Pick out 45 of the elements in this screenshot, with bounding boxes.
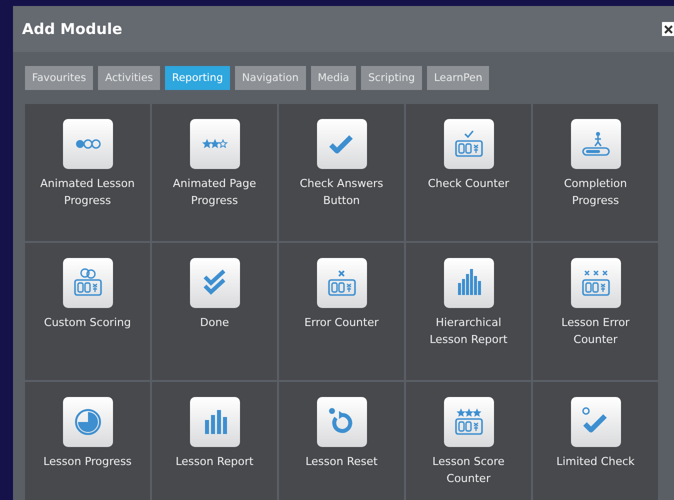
module-tile[interactable]: Animated Lesson Progress — [25, 104, 150, 241]
limited-check-icon — [570, 397, 620, 447]
stars-counter-icon — [444, 397, 494, 447]
module-label: Animated Lesson Progress — [39, 176, 136, 209]
bars-small-icon — [190, 397, 240, 447]
module-tile[interactable]: Lesson Report — [152, 382, 277, 500]
module-tile[interactable]: Animated Page Progress — [152, 104, 277, 241]
module-label: Check Answers Button — [298, 176, 384, 209]
module-label: Lesson Progress — [43, 454, 132, 470]
double-check-icon — [190, 258, 240, 308]
module-label: Animated Page Progress — [172, 176, 258, 209]
check-counter-icon — [444, 119, 494, 169]
error-counter-icon — [316, 258, 366, 308]
module-tile[interactable]: Lesson Progress — [25, 382, 150, 500]
module-label: Hierarchical Lesson Report — [428, 315, 508, 348]
module-tile[interactable]: Check Counter — [406, 104, 531, 241]
module-label: Check Counter — [428, 176, 510, 192]
module-tile[interactable]: Error Counter — [279, 243, 404, 380]
module-tile[interactable]: Check Answers Button — [279, 104, 404, 241]
window-title: Add Module — [22, 20, 122, 38]
reset-icon — [316, 397, 366, 447]
module-tile[interactable]: Done — [152, 243, 277, 380]
module-tile[interactable]: Custom Scoring — [25, 243, 150, 380]
pie-icon — [62, 397, 112, 447]
dots-icon — [62, 119, 112, 169]
module-label: Lesson Error Counter — [560, 315, 631, 348]
module-label: Done — [200, 315, 229, 331]
module-label: Lesson Score Counter — [431, 454, 506, 487]
errors-counter-icon — [570, 258, 620, 308]
module-label: Lesson Reset — [305, 454, 378, 470]
module-label: Error Counter — [304, 315, 379, 331]
bars-icon — [444, 258, 494, 308]
module-label: Completion Progress — [562, 176, 628, 209]
module-label: Lesson Report — [176, 454, 254, 470]
module-label: Limited Check — [556, 454, 635, 470]
check-icon — [316, 119, 366, 169]
module-tile[interactable]: Completion Progress — [533, 104, 658, 241]
module-tile[interactable]: Limited Check — [533, 382, 658, 500]
module-tile[interactable]: Lesson Error Counter — [533, 243, 658, 380]
close-button[interactable] — [662, 22, 674, 36]
module-tile[interactable]: Lesson Score Counter — [406, 382, 531, 500]
module-tile[interactable]: Hierarchical Lesson Report — [406, 243, 531, 380]
stars-icon — [190, 119, 240, 169]
module-tile[interactable]: Lesson Reset — [279, 382, 404, 500]
module-label: Custom Scoring — [44, 315, 131, 331]
